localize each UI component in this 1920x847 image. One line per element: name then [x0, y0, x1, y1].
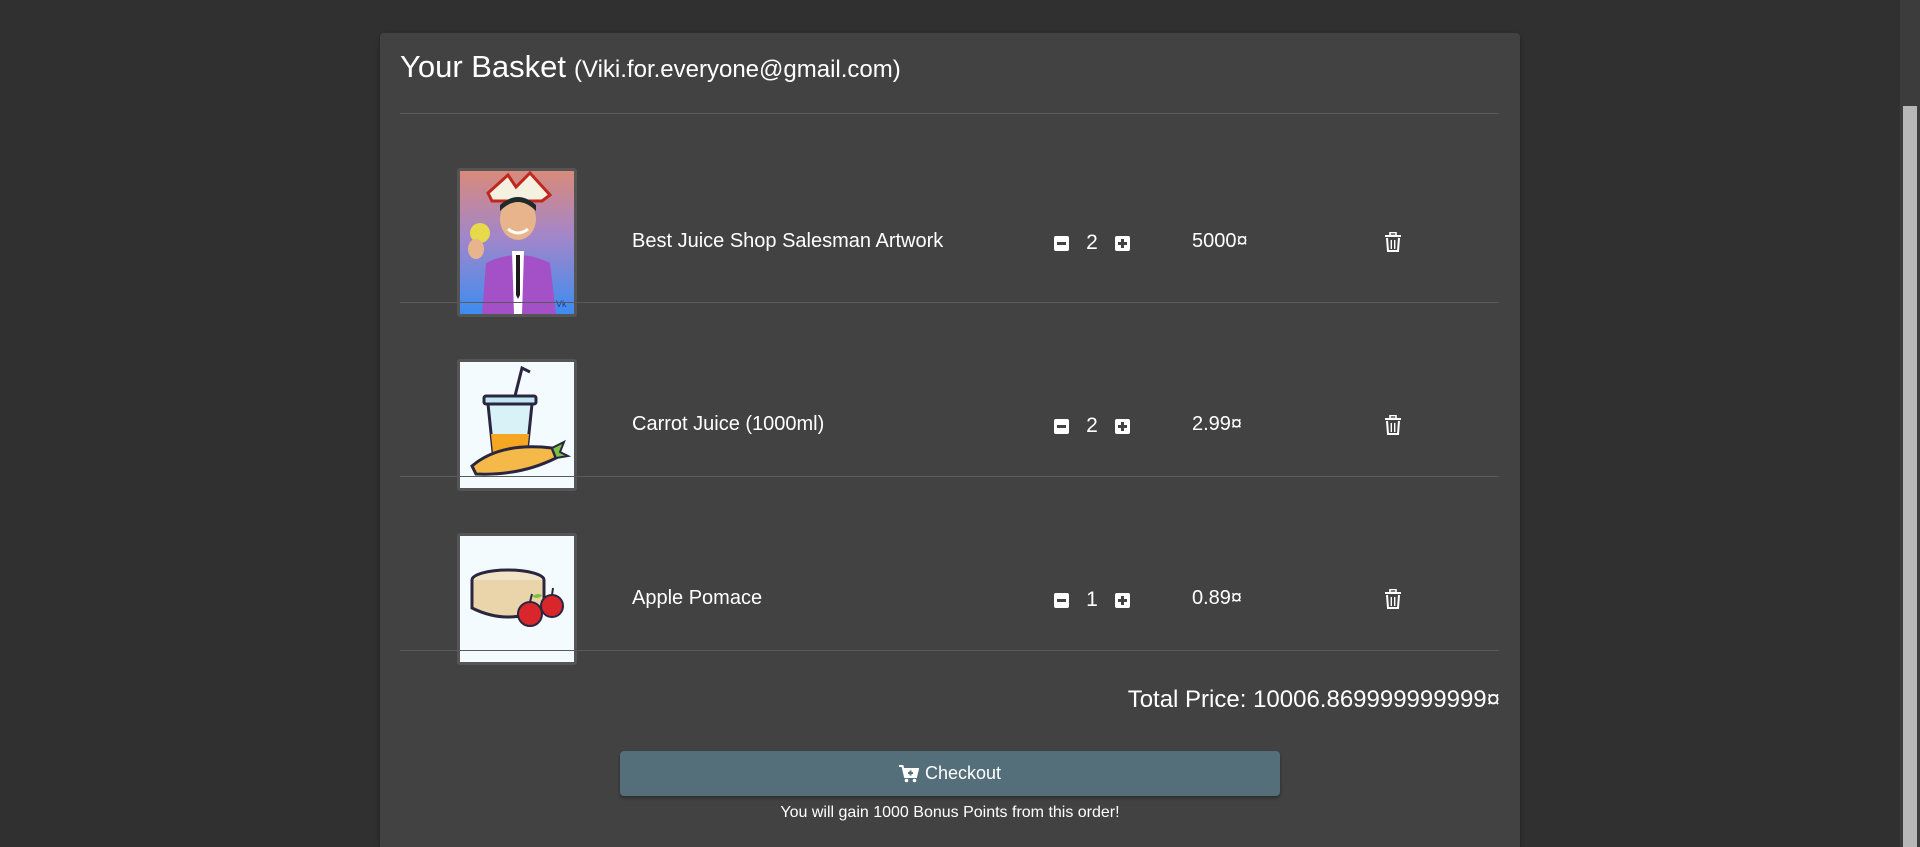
quantity-stepper: 2	[1054, 414, 1130, 438]
item-price: 0.89¤	[1192, 587, 1243, 609]
minus-square-icon	[1057, 241, 1066, 245]
user-email: (Viki.for.everyone@gmail.com)	[574, 56, 901, 83]
item-name[interactable]: Apple Pomace	[632, 587, 762, 610]
increase-quantity-button[interactable]	[1115, 592, 1130, 608]
page-scrollbar[interactable]	[1900, 0, 1920, 847]
item-price: 2.99¤	[1192, 413, 1243, 435]
divider	[400, 650, 1499, 651]
trash-icon	[1385, 231, 1401, 252]
carrot-juice-image	[457, 359, 577, 491]
apple-pomace-image	[457, 533, 577, 665]
salesman-artwork-image: Vk	[457, 168, 577, 317]
increase-quantity-button[interactable]	[1115, 418, 1130, 434]
quantity-value: 1	[1086, 588, 1098, 611]
scrollbar-thumb[interactable]	[1903, 106, 1917, 847]
plus-vertical-bar	[1121, 238, 1124, 248]
page: Your Basket (Viki.for.everyone@gmail.com…	[0, 0, 1920, 847]
quantity-value: 2	[1086, 231, 1098, 254]
bonus-points-text: You will gain 1000 Bonus Points from thi…	[780, 804, 1120, 821]
remove-item-button[interactable]	[1384, 588, 1402, 609]
decrease-quantity-button[interactable]	[1054, 418, 1069, 434]
trash-icon	[1385, 414, 1401, 435]
remove-item-button[interactable]	[1384, 414, 1402, 435]
checkout-label: Checkout	[924, 763, 1002, 783]
remove-item-button[interactable]	[1384, 231, 1402, 252]
item-name[interactable]: Carrot Juice (1000ml)	[632, 413, 824, 436]
table-row: Apple Pomace 1 0.89¤	[400, 477, 1499, 665]
table-row: Vk Best Juice Shop Salesman Artwork 2 50…	[400, 114, 1499, 317]
item-price: 5000¤	[1192, 230, 1248, 252]
basket-title: Your Basket	[400, 49, 567, 84]
basket-header: Your Basket (Viki.for.everyone@gmail.com…	[400, 49, 901, 89]
quantity-value: 2	[1086, 414, 1098, 437]
quantity-stepper: 1	[1054, 588, 1130, 612]
item-name[interactable]: Best Juice Shop Salesman Artwork	[632, 230, 943, 253]
quantity-stepper: 2	[1054, 231, 1130, 255]
decrease-quantity-button[interactable]	[1054, 592, 1069, 608]
trash-icon	[1385, 588, 1401, 609]
table-row: Carrot Juice (1000ml) 2 2.99¤	[400, 303, 1499, 491]
plus-vertical-bar	[1121, 421, 1124, 431]
minus-square-icon	[1057, 598, 1066, 602]
decrease-quantity-button[interactable]	[1054, 235, 1069, 251]
cart-plus-icon	[898, 764, 919, 782]
increase-quantity-button[interactable]	[1115, 235, 1130, 251]
plus-vertical-bar	[1121, 595, 1124, 605]
total-price: Total Price: 10006.869999999999¤	[1127, 686, 1500, 713]
minus-square-icon	[1057, 424, 1066, 428]
checkout-button[interactable]: Checkout	[620, 751, 1280, 796]
basket-card: Your Basket (Viki.for.everyone@gmail.com…	[380, 33, 1520, 847]
